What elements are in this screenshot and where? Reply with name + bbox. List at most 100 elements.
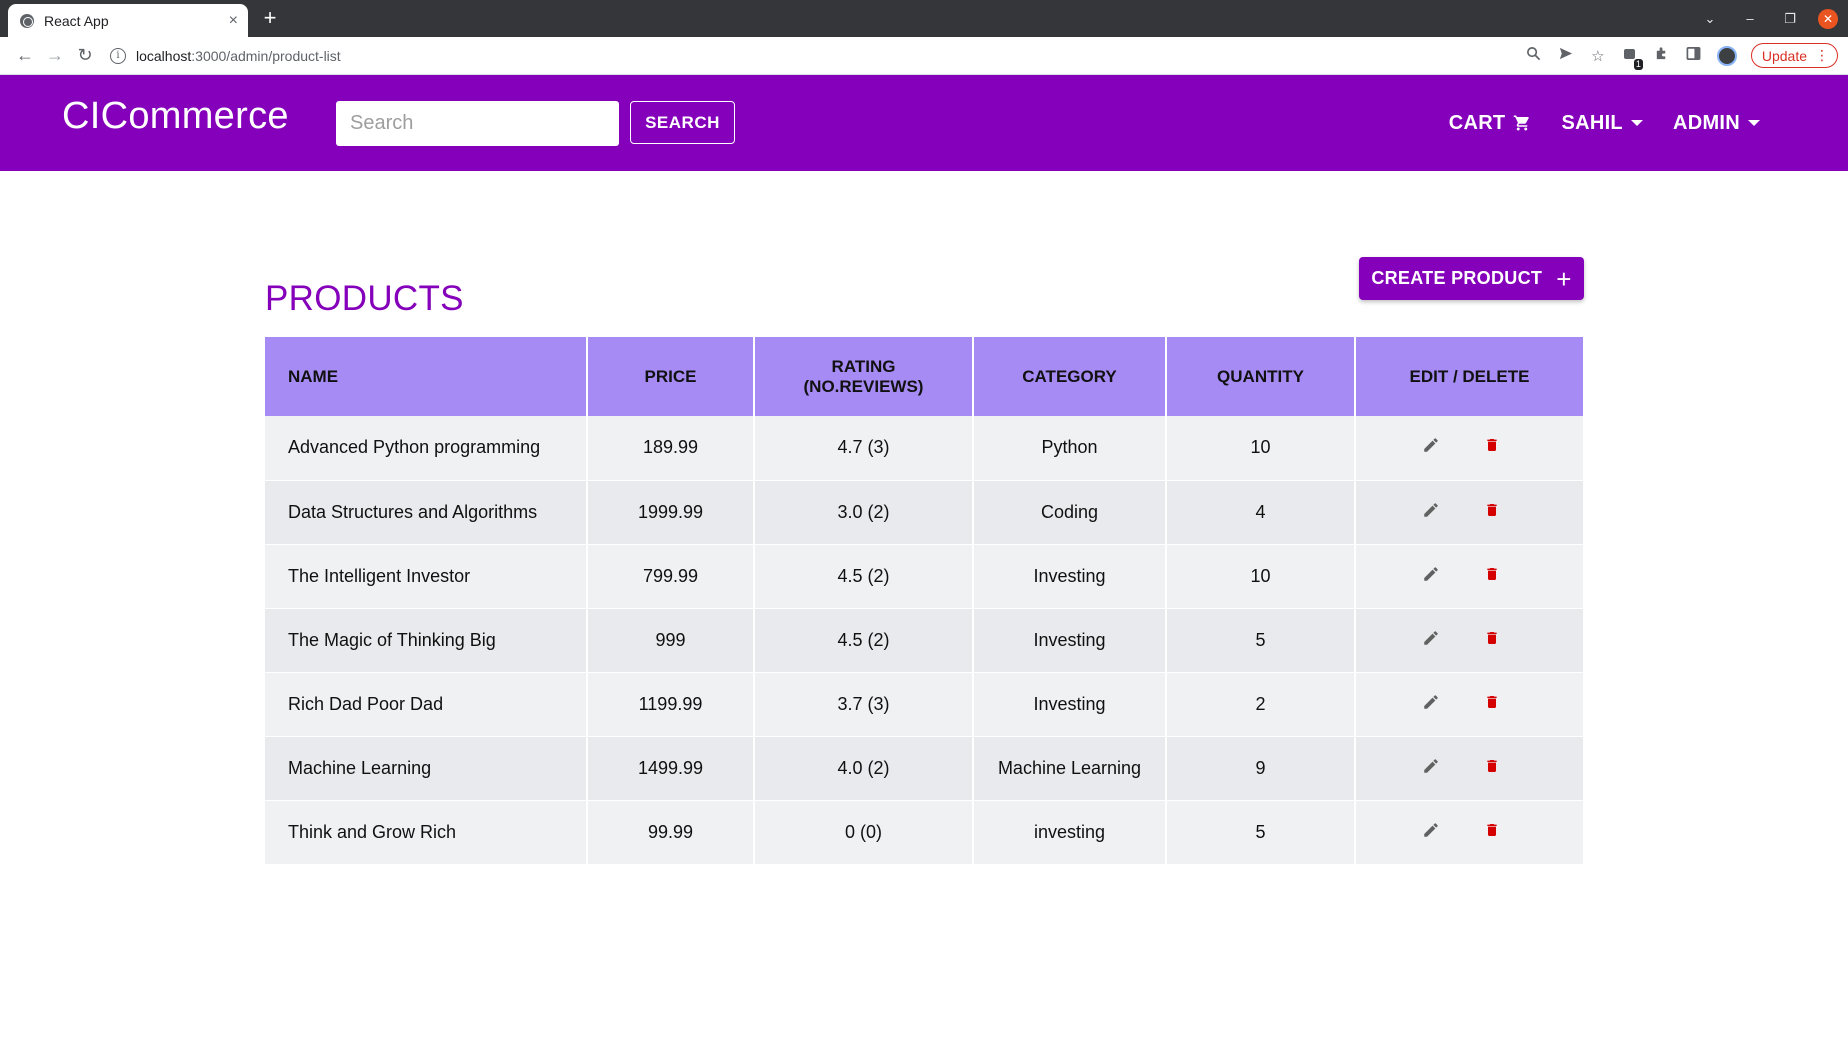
row-actions <box>1356 757 1583 780</box>
row-actions <box>1356 821 1583 844</box>
cell-quantity: 2 <box>1166 672 1356 737</box>
cell-quantity: 5 <box>1166 800 1356 865</box>
page-title: PRODUCTS <box>265 279 464 318</box>
cell-rating: 3.7 (3) <box>754 672 974 737</box>
search-button[interactable]: SEARCH <box>630 101 735 144</box>
cell-category: Investing <box>973 608 1167 673</box>
extension-badge-count: 1 <box>1633 58 1643 70</box>
cell-rating: 4.7 (3) <box>754 416 974 481</box>
cell-price: 799.99 <box>587 544 755 609</box>
header-actions: EDIT / DELETE <box>1355 337 1583 416</box>
cell-quantity: 10 <box>1166 544 1356 609</box>
pencil-icon[interactable] <box>1422 629 1440 652</box>
cell-name: Data Structures and Algorithms <box>265 480 588 545</box>
pencil-icon[interactable] <box>1422 821 1440 844</box>
trash-icon[interactable] <box>1484 501 1500 524</box>
row-actions <box>1356 436 1583 459</box>
search-input[interactable] <box>336 101 619 146</box>
globe-icon <box>20 13 34 28</box>
cell-rating: 4.5 (2) <box>754 544 974 609</box>
browser-tab[interactable]: React App × <box>8 4 248 37</box>
cell-rating: 4.0 (2) <box>754 736 974 801</box>
row-actions <box>1356 693 1583 716</box>
side-panel-icon[interactable] <box>1685 46 1703 65</box>
url-field[interactable]: i localhost:3000/admin/product-list <box>110 47 1525 64</box>
header-category[interactable]: CATEGORY <box>973 337 1167 416</box>
row-actions <box>1356 501 1583 524</box>
url-host: localhost <box>136 47 192 64</box>
pencil-icon[interactable] <box>1422 693 1440 716</box>
update-button[interactable]: Update ⋮ <box>1750 43 1838 68</box>
update-label: Update <box>1761 47 1807 64</box>
site-info-icon[interactable]: i <box>110 47 126 64</box>
create-product-button[interactable]: CREATE PRODUCT + <box>1359 257 1584 300</box>
table-row: Rich Dad Poor Dad 1199.99 3.7 (3) Investing… <box>265 672 1583 737</box>
tab-title: React App <box>44 12 109 29</box>
minimize-icon[interactable]: – <box>1730 11 1770 26</box>
cell-price: 1199.99 <box>587 672 755 737</box>
header-name[interactable]: NAME <box>265 337 588 416</box>
cell-category: investing <box>973 800 1167 865</box>
trash-icon[interactable] <box>1484 757 1500 780</box>
reload-icon[interactable]: ↻ <box>70 45 100 66</box>
restore-icon[interactable]: ❐ <box>1770 11 1810 27</box>
cell-quantity: 5 <box>1166 608 1356 673</box>
user-menu[interactable]: SAHIL <box>1561 112 1643 135</box>
header-quantity[interactable]: QUANTITY <box>1166 337 1356 416</box>
app-header: CICommerce SEARCH CART SAHIL ADMIN <box>0 75 1848 171</box>
trash-icon[interactable] <box>1484 629 1500 652</box>
trash-icon[interactable] <box>1484 565 1500 588</box>
trash-icon[interactable] <box>1484 436 1500 459</box>
caret-down-icon <box>1748 120 1760 126</box>
tab-close-icon[interactable]: × <box>229 12 238 29</box>
cell-actions <box>1355 800 1583 865</box>
cell-price: 1499.99 <box>587 736 755 801</box>
header-rating-line2: (NO.REVIEWS) <box>803 376 924 396</box>
profile-avatar[interactable] <box>1716 45 1737 66</box>
window-close-icon[interactable]: ✕ <box>1818 8 1838 29</box>
cell-actions <box>1355 544 1583 609</box>
toolbar-actions: ☆ 1 Update ⋮ <box>1525 43 1838 70</box>
cell-name: Machine Learning <box>265 736 588 801</box>
caret-down-icon <box>1630 120 1643 126</box>
cell-actions <box>1355 736 1583 801</box>
extensions-puzzle-icon[interactable] <box>1653 46 1671 65</box>
cell-category: Investing <box>973 672 1167 737</box>
trash-icon[interactable] <box>1484 821 1500 844</box>
table-header-row: NAME PRICE RATING (NO.REVIEWS) CATEGORY … <box>265 337 1583 416</box>
trash-icon[interactable] <box>1484 693 1500 716</box>
zoom-icon[interactable] <box>1525 46 1543 65</box>
address-bar: ← → ↻ i localhost:3000/admin/product-lis… <box>0 37 1848 75</box>
cell-rating: 3.0 (2) <box>754 480 974 545</box>
table-body: Advanced Python programming 189.99 4.7 (3)… <box>265 416 1583 865</box>
back-icon[interactable]: ← <box>10 45 40 66</box>
pencil-icon[interactable] <box>1422 501 1440 524</box>
table-row: Data Structures and Algorithms 1999.99 3.0… <box>265 480 1583 545</box>
cart-link[interactable]: CART <box>1449 112 1532 135</box>
user-label: SAHIL <box>1561 111 1623 134</box>
row-actions <box>1356 565 1583 588</box>
admin-menu[interactable]: ADMIN <box>1673 112 1760 135</box>
cell-actions <box>1355 672 1583 737</box>
tab-search-icon[interactable]: ⌄ <box>1690 11 1730 27</box>
send-icon[interactable] <box>1557 46 1575 65</box>
shopping-cart-icon <box>1513 114 1531 132</box>
brand-logo[interactable]: CICommerce <box>62 95 289 138</box>
new-tab-button[interactable]: + <box>258 6 282 30</box>
cell-quantity: 9 <box>1166 736 1356 801</box>
pencil-icon[interactable] <box>1422 565 1440 588</box>
forward-icon[interactable]: → <box>40 45 70 66</box>
cell-category: Python <box>973 416 1167 481</box>
row-actions <box>1356 629 1583 652</box>
cell-category: Investing <box>973 544 1167 609</box>
header-price[interactable]: PRICE <box>587 337 755 416</box>
cell-name: The Magic of Thinking Big <box>265 608 588 673</box>
extension-badge-icon[interactable]: 1 <box>1621 46 1643 70</box>
table-row: Advanced Python programming 189.99 4.7 (3)… <box>265 416 1583 481</box>
bookmark-star-icon[interactable]: ☆ <box>1589 47 1607 65</box>
header-rating[interactable]: RATING (NO.REVIEWS) <box>754 337 974 416</box>
cell-name: Advanced Python programming <box>265 416 588 481</box>
pencil-icon[interactable] <box>1422 757 1440 780</box>
cell-actions <box>1355 608 1583 673</box>
pencil-icon[interactable] <box>1422 436 1440 459</box>
